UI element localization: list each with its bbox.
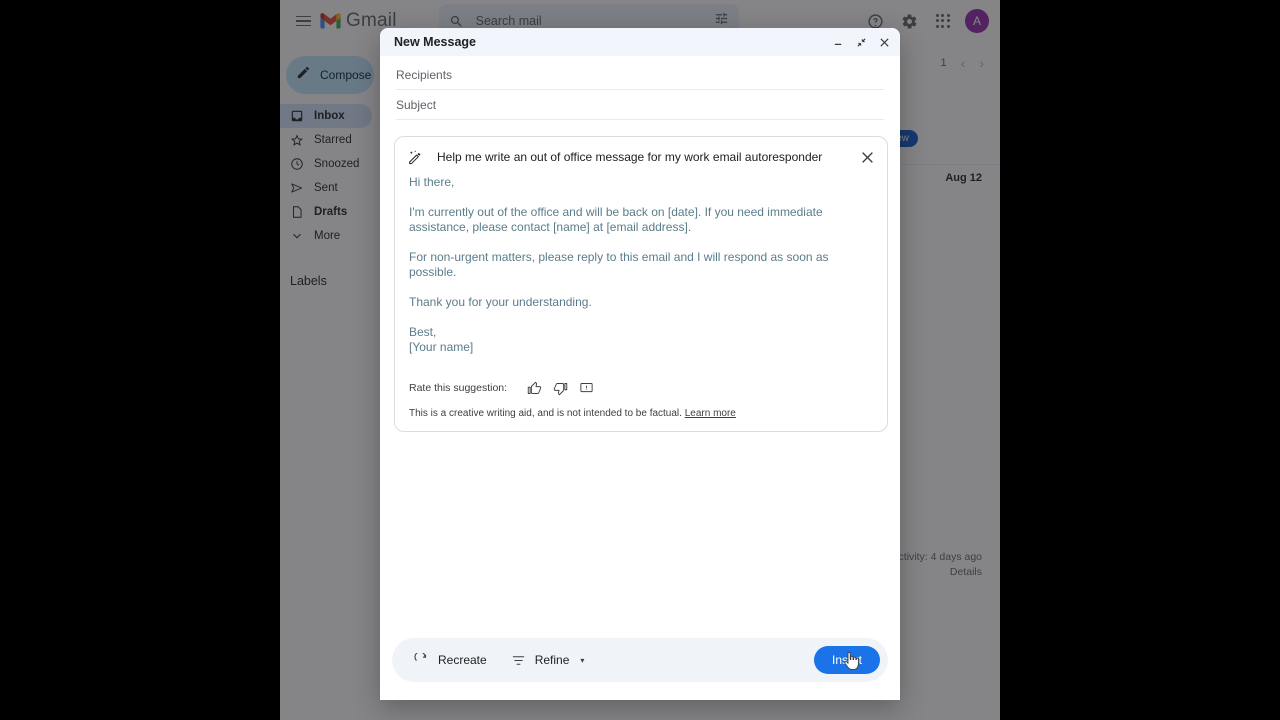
learn-more-link[interactable]: Learn more (685, 408, 736, 419)
suggestion-paragraph: I'm currently out of the office and will… (409, 205, 823, 234)
refine-label: Refine (534, 653, 570, 667)
suggestion-body: Hi there, I'm currently out of the offic… (395, 175, 887, 355)
suggestion-paragraph: Thank you for your understanding. (409, 295, 592, 309)
suggestion-paragraph: Hi there, (409, 175, 455, 189)
suggestion-paragraph: Best, [Your name] (409, 325, 474, 354)
dialog-bottom-toolbar: Recreate Refine ▾ Insert (380, 638, 900, 700)
tune-lines-icon (511, 653, 526, 668)
suggestion-card: Help me write an out of office message f… (394, 136, 888, 432)
thumb-down-icon[interactable] (547, 379, 573, 397)
dialog-title: New Message (394, 35, 476, 49)
screen: Gmail Search mail (0, 0, 1280, 720)
suggestion-paragraph: For non-urgent matters, please reply to … (409, 250, 829, 279)
insert-button[interactable]: Insert (813, 646, 880, 674)
disclaimer: This is a creative writing aid, and is n… (395, 397, 887, 421)
dialog-title-bar: New Message (380, 28, 900, 56)
suggestion-card-wrapper: Help me write an out of office message f… (380, 120, 900, 432)
minimize-button[interactable] (832, 36, 844, 48)
compose-dialog: New Message Recipients Subject Help me w… (380, 28, 900, 700)
subject-field[interactable]: Subject (396, 90, 884, 120)
recipients-field[interactable]: Recipients (396, 60, 884, 90)
dialog-window-controls (832, 36, 890, 48)
mouse-cursor (844, 651, 859, 671)
close-icon[interactable] (859, 149, 875, 165)
rate-label: Rate this suggestion: (409, 382, 508, 394)
recipients-placeholder: Recipients (396, 67, 453, 82)
suggestion-prompt: Help me write an out of office message f… (437, 150, 823, 164)
subject-placeholder: Subject (396, 97, 437, 112)
refresh-icon (414, 652, 429, 668)
rate-suggestion-row: Rate this suggestion: (395, 355, 887, 397)
recreate-button[interactable]: Recreate (406, 647, 495, 674)
disclaimer-text: This is a creative writing aid, and is n… (409, 408, 682, 419)
refine-button[interactable]: Refine ▾ (503, 647, 593, 674)
close-button[interactable] (878, 36, 890, 48)
thumb-up-icon[interactable] (521, 379, 547, 397)
chevron-down-icon: ▾ (580, 655, 585, 665)
recreate-label: Recreate (438, 653, 487, 667)
exit-full-screen-button[interactable] (855, 36, 867, 48)
magic-wand-pencil-icon (407, 149, 423, 165)
report-feedback-icon[interactable] (573, 379, 599, 397)
suggestion-header: Help me write an out of office message f… (395, 137, 887, 175)
toolbar-pill: Recreate Refine ▾ Insert (392, 638, 888, 682)
